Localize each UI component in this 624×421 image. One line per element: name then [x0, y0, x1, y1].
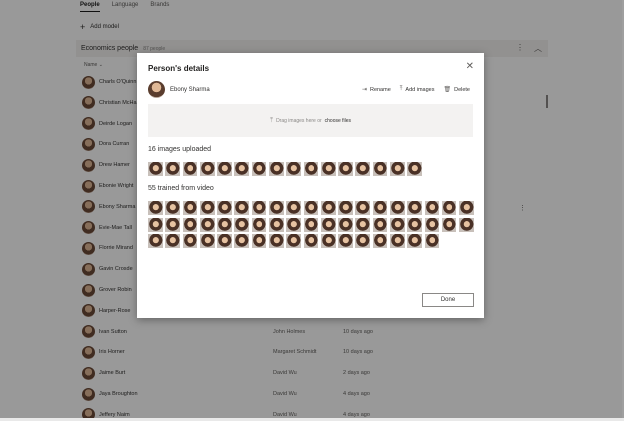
trained-face-thumbnail[interactable]: [407, 234, 422, 249]
add-images-label: Add images: [405, 86, 435, 93]
trained-face-thumbnail[interactable]: [441, 217, 457, 232]
trained-face-thumbnail[interactable]: [338, 201, 353, 215]
uploaded-face-thumbnail[interactable]: [148, 162, 163, 176]
trained-face-thumbnail[interactable]: [338, 234, 353, 249]
trained-face-thumbnail[interactable]: [389, 234, 405, 249]
trained-face-thumbnail[interactable]: [268, 201, 284, 215]
trained-face-thumbnail[interactable]: [268, 234, 284, 249]
trained-face-thumbnail[interactable]: [234, 234, 250, 249]
done-button[interactable]: Done: [422, 293, 474, 307]
trained-thumbnails: [148, 201, 478, 249]
trained-face-thumbnail[interactable]: [182, 217, 198, 232]
upload-arrow-icon: ⤒: [269, 116, 274, 124]
person-avatar: [148, 81, 165, 98]
dialog-title: Person's details: [148, 64, 210, 73]
trained-face-thumbnail[interactable]: [182, 234, 198, 249]
delete-button[interactable]: 🗑 Delete: [443, 86, 470, 94]
trained-face-thumbnail[interactable]: [389, 201, 405, 215]
trained-face-thumbnail[interactable]: [199, 201, 215, 215]
trained-face-thumbnail[interactable]: [372, 217, 388, 232]
rename-icon: ⇥: [361, 87, 367, 93]
uploaded-face-thumbnail[interactable]: [355, 162, 371, 176]
trained-face-thumbnail[interactable]: [199, 217, 215, 232]
rename-button[interactable]: ⇥ Rename: [361, 86, 391, 94]
uploaded-face-thumbnail[interactable]: [234, 162, 250, 176]
trained-face-thumbnail[interactable]: [148, 201, 163, 215]
rename-label: Rename: [369, 86, 391, 93]
uploaded-label: 16 images uploaded: [148, 146, 212, 153]
person-name: Ebony Sharma: [170, 87, 210, 93]
trained-face-thumbnail[interactable]: [303, 201, 319, 215]
trained-face-thumbnail[interactable]: [165, 201, 180, 215]
trained-face-thumbnail[interactable]: [286, 234, 301, 249]
person-details-dialog: Person's details ✕ Ebony Sharma ⇥ Rename…: [137, 53, 484, 318]
trained-face-thumbnail[interactable]: [407, 217, 422, 232]
uploaded-face-thumbnail[interactable]: [217, 162, 232, 176]
trained-face-thumbnail[interactable]: [286, 201, 301, 215]
delete-label: Delete: [454, 86, 470, 93]
trained-face-thumbnail[interactable]: [372, 234, 388, 249]
uploaded-face-thumbnail[interactable]: [251, 162, 267, 176]
trained-face-thumbnail[interactable]: [424, 201, 440, 215]
trained-face-thumbnail[interactable]: [303, 217, 319, 232]
trained-face-thumbnail[interactable]: [182, 201, 198, 215]
uploaded-face-thumbnail[interactable]: [199, 162, 215, 176]
trained-face-thumbnail[interactable]: [234, 201, 250, 215]
trained-face-thumbnail[interactable]: [320, 217, 336, 232]
trained-face-thumbnail[interactable]: [234, 217, 250, 232]
uploaded-face-thumbnail[interactable]: [303, 162, 319, 176]
add-images-button[interactable]: ⤒ Add images: [400, 86, 435, 93]
trained-face-thumbnail[interactable]: [459, 217, 474, 232]
trained-face-thumbnail[interactable]: [217, 234, 232, 249]
uploaded-face-thumbnail[interactable]: [338, 162, 353, 176]
trained-face-thumbnail[interactable]: [355, 201, 371, 215]
choose-files-link[interactable]: choose files: [325, 118, 351, 124]
close-icon[interactable]: ✕: [466, 62, 474, 72]
trained-face-thumbnail[interactable]: [372, 201, 388, 215]
trained-face-thumbnail[interactable]: [199, 234, 215, 249]
trained-face-thumbnail[interactable]: [165, 234, 180, 249]
trained-face-thumbnail[interactable]: [355, 217, 371, 232]
uploaded-face-thumbnail[interactable]: [286, 162, 301, 176]
uploaded-face-thumbnail[interactable]: [268, 162, 284, 176]
uploaded-thumbnails: [148, 162, 428, 176]
dropzone-text: Drag images here or: [276, 117, 322, 124]
trained-face-thumbnail[interactable]: [459, 201, 474, 215]
trained-face-thumbnail[interactable]: [320, 234, 336, 249]
trained-face-thumbnail[interactable]: [217, 217, 232, 232]
trained-label: 55 trained from video: [148, 185, 214, 192]
uploaded-face-thumbnail[interactable]: [320, 162, 336, 176]
uploaded-face-thumbnail[interactable]: [372, 162, 388, 176]
trained-face-thumbnail[interactable]: [320, 201, 336, 215]
trained-face-thumbnail[interactable]: [268, 217, 284, 232]
uploaded-face-thumbnail[interactable]: [389, 162, 405, 176]
trained-face-thumbnail[interactable]: [148, 217, 163, 232]
trained-face-thumbnail[interactable]: [165, 217, 180, 232]
trained-face-thumbnail[interactable]: [251, 217, 267, 232]
trained-face-thumbnail[interactable]: [251, 201, 267, 215]
trained-face-thumbnail[interactable]: [303, 234, 319, 249]
dialog-actions: ⇥ Rename ⤒ Add images 🗑 Delete: [362, 86, 470, 93]
uploaded-face-thumbnail[interactable]: [407, 162, 422, 176]
trained-face-thumbnail[interactable]: [424, 217, 440, 232]
trained-face-thumbnail[interactable]: [338, 217, 353, 232]
trained-face-thumbnail[interactable]: [148, 234, 163, 249]
uploaded-face-thumbnail[interactable]: [165, 162, 180, 176]
trained-face-thumbnail[interactable]: [286, 217, 301, 232]
uploaded-face-thumbnail[interactable]: [182, 162, 198, 176]
trash-icon: 🗑: [443, 87, 452, 93]
image-dropzone[interactable]: ⤒ Drag images here or choose files: [148, 104, 473, 137]
trained-face-thumbnail[interactable]: [424, 234, 440, 249]
upload-icon: ⤒: [399, 86, 403, 92]
trained-face-thumbnail[interactable]: [441, 201, 457, 215]
trained-face-thumbnail[interactable]: [217, 201, 232, 215]
trained-face-thumbnail[interactable]: [389, 217, 405, 232]
trained-face-thumbnail[interactable]: [355, 234, 371, 249]
trained-face-thumbnail[interactable]: [407, 201, 422, 215]
trained-face-thumbnail[interactable]: [251, 234, 267, 249]
